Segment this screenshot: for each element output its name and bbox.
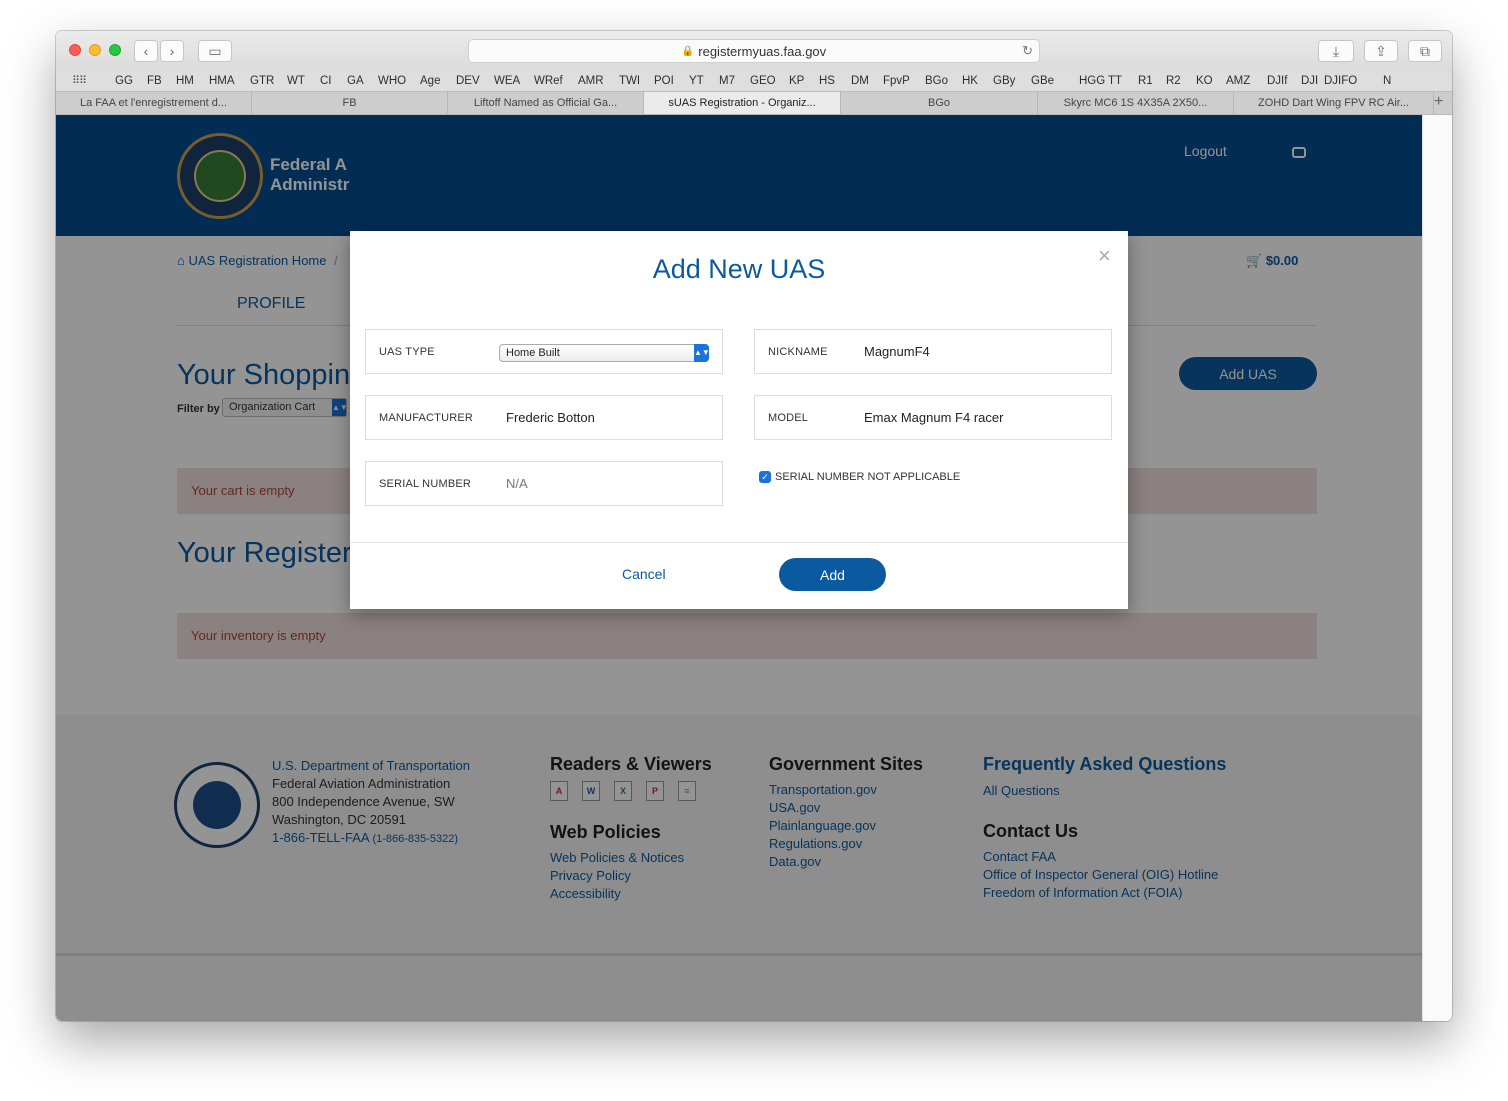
bookmark-item[interactable]: FB (147, 75, 162, 87)
add-button[interactable]: Add (779, 558, 886, 591)
bookmark-item[interactable]: DJIFO (1324, 75, 1357, 87)
sidebar-button[interactable]: ▭ (198, 40, 232, 62)
modal-title: Add New UAS (652, 254, 826, 284)
bookmark-item[interactable]: R2 (1166, 75, 1181, 87)
browser-toolbar: ‹ › ▭ 🔒 registermyuas.faa.gov ↻ ⤓ ⇪ ⧉ (56, 31, 1452, 71)
bookmark-item[interactable]: TT (1108, 75, 1122, 87)
manufacturer-input[interactable]: Frederic Botton (506, 410, 595, 425)
bookmark-item[interactable]: POI (654, 75, 674, 87)
add-uas-modal: Add New UAS × UAS TYPE Home Built ▲▼ NIC… (350, 231, 1128, 609)
checkbox-checked-icon[interactable]: ✓ (759, 471, 771, 483)
bookmark-item[interactable]: HK (962, 75, 978, 87)
close-icon[interactable]: × (1098, 243, 1111, 269)
share-icon: ⇪ (1375, 42, 1387, 59)
bookmark-item[interactable]: WRef (534, 75, 563, 87)
tab-bar: + La FAA et l'enregistrement d... FB Lifto… (56, 91, 1452, 115)
bookmark-item[interactable]: CI (320, 75, 332, 87)
cancel-button[interactable]: Cancel (622, 566, 666, 582)
browser-window: ‹ › ▭ 🔒 registermyuas.faa.gov ↻ ⤓ ⇪ ⧉ ⠿⠿… (56, 31, 1452, 1021)
uas-type-select[interactable]: Home Built ▲▼ (499, 344, 710, 362)
scrollbar[interactable] (1422, 115, 1452, 1021)
bookmark-item[interactable]: GG (115, 75, 133, 87)
uas-type-value: Home Built (506, 347, 560, 359)
serial-number-input[interactable]: N/A (506, 476, 528, 491)
bookmark-item[interactable]: HM (176, 75, 194, 87)
model-input[interactable]: Emax Magnum F4 racer (864, 410, 1003, 425)
browser-tab[interactable]: Skyrc MC6 1S 4X35A 2X50... (1038, 92, 1234, 114)
tabs-icon: ⧉ (1420, 42, 1430, 59)
url-text: registermyuas.faa.gov (698, 43, 827, 59)
bookmark-item[interactable]: HMA (209, 75, 235, 87)
bookmark-item[interactable]: GBe (1031, 75, 1054, 87)
serial-na-option[interactable]: ✓ SERIAL NUMBER NOT APPLICABLE (759, 471, 960, 483)
bookmark-item[interactable]: M7 (719, 75, 735, 87)
uas-type-field: UAS TYPE Home Built ▲▼ (365, 329, 723, 374)
browser-tab[interactable]: Liftoff Named as Official Ga... (448, 92, 644, 114)
bookmark-item[interactable]: DJI (1301, 75, 1318, 87)
bookmark-item[interactable]: HGG (1079, 75, 1105, 87)
bookmark-item[interactable]: YT (689, 75, 704, 87)
modal-overlay[interactable]: Add New UAS × UAS TYPE Home Built ▲▼ NIC… (56, 115, 1422, 1021)
browser-tab[interactable]: ZOHD Dart Wing FPV RC Air... (1234, 92, 1434, 114)
back-button[interactable]: ‹ (134, 40, 158, 62)
tabs-overview-button[interactable]: ⧉ (1408, 40, 1442, 62)
serial-number-label: SERIAL NUMBER (379, 478, 472, 490)
zoom-window-button[interactable] (109, 44, 121, 56)
serial-na-label: SERIAL NUMBER NOT APPLICABLE (775, 471, 961, 483)
forward-button[interactable]: › (160, 40, 184, 62)
bookmark-item[interactable]: N (1383, 75, 1391, 87)
bookmark-item[interactable]: WT (287, 75, 305, 87)
bookmark-item[interactable]: GA (347, 75, 364, 87)
bookmark-item[interactable]: WEA (494, 75, 520, 87)
modal-divider (350, 542, 1128, 543)
bookmark-item[interactable]: DM (851, 75, 869, 87)
new-tab-icon[interactable]: + (1434, 93, 1443, 111)
share-button[interactable]: ⇪ (1364, 40, 1398, 62)
uas-type-label: UAS TYPE (379, 346, 435, 358)
chevron-left-icon: ‹ (143, 43, 149, 59)
bookmark-item[interactable]: TWI (619, 75, 640, 87)
bookmark-item[interactable]: DJIf (1267, 75, 1287, 87)
model-label: MODEL (768, 412, 809, 424)
bookmark-item[interactable]: GEO (750, 75, 776, 87)
lock-icon: 🔒 (681, 45, 695, 57)
bookmark-item[interactable]: BGo (925, 75, 948, 87)
reload-icon[interactable]: ↻ (1022, 43, 1033, 59)
model-field[interactable]: MODEL Emax Magnum F4 racer (754, 395, 1112, 440)
browser-tab[interactable]: BGo (841, 92, 1038, 114)
bookmark-item[interactable]: KP (789, 75, 804, 87)
serial-number-field[interactable]: SERIAL NUMBER N/A (365, 461, 723, 506)
browser-tab[interactable]: FB (252, 92, 448, 114)
nickname-field[interactable]: NICKNAME MagnumF4 (754, 329, 1112, 374)
bookmark-item[interactable]: HS (819, 75, 835, 87)
downloads-button[interactable]: ⤓ (1318, 40, 1354, 62)
manufacturer-field[interactable]: MANUFACTURER Frederic Botton (365, 395, 723, 440)
minimize-window-button[interactable] (89, 44, 101, 56)
nickname-label: NICKNAME (768, 346, 828, 358)
bookmark-item[interactable]: GTR (250, 75, 274, 87)
download-icon: ⤓ (1332, 42, 1340, 59)
bookmark-item[interactable]: AMZ (1226, 75, 1250, 87)
manufacturer-label: MANUFACTURER (379, 412, 474, 424)
sidebar-icon: ▭ (208, 42, 222, 59)
close-window-button[interactable] (69, 44, 81, 56)
chevron-right-icon: › (169, 43, 175, 59)
grid-icon[interactable]: ⠿⠿ (72, 74, 87, 87)
address-bar[interactable]: 🔒 registermyuas.faa.gov ↻ (468, 39, 1040, 63)
bookmark-item[interactable]: GBy (993, 75, 1015, 87)
browser-tab[interactable]: La FAA et l'enregistrement d... (56, 92, 252, 114)
nickname-input[interactable]: MagnumF4 (864, 344, 930, 359)
bookmark-item[interactable]: WHO (378, 75, 406, 87)
bookmark-item[interactable]: R1 (1138, 75, 1153, 87)
select-arrows-icon: ▲▼ (694, 344, 710, 362)
browser-tab[interactable]: sUAS Registration - Organiz... (644, 92, 841, 114)
bookmark-item[interactable]: DEV (456, 75, 480, 87)
bookmark-item[interactable]: KO (1196, 75, 1213, 87)
bookmark-item[interactable]: Age (420, 75, 440, 87)
bookmark-item[interactable]: FpvP (883, 75, 910, 87)
bookmarks-bar: ⠿⠿ GG FB HM HMA GTR WT CI GA WHO Age DEV WEA WRef AMR… (56, 71, 1452, 91)
bookmark-item[interactable]: AMR (578, 75, 604, 87)
